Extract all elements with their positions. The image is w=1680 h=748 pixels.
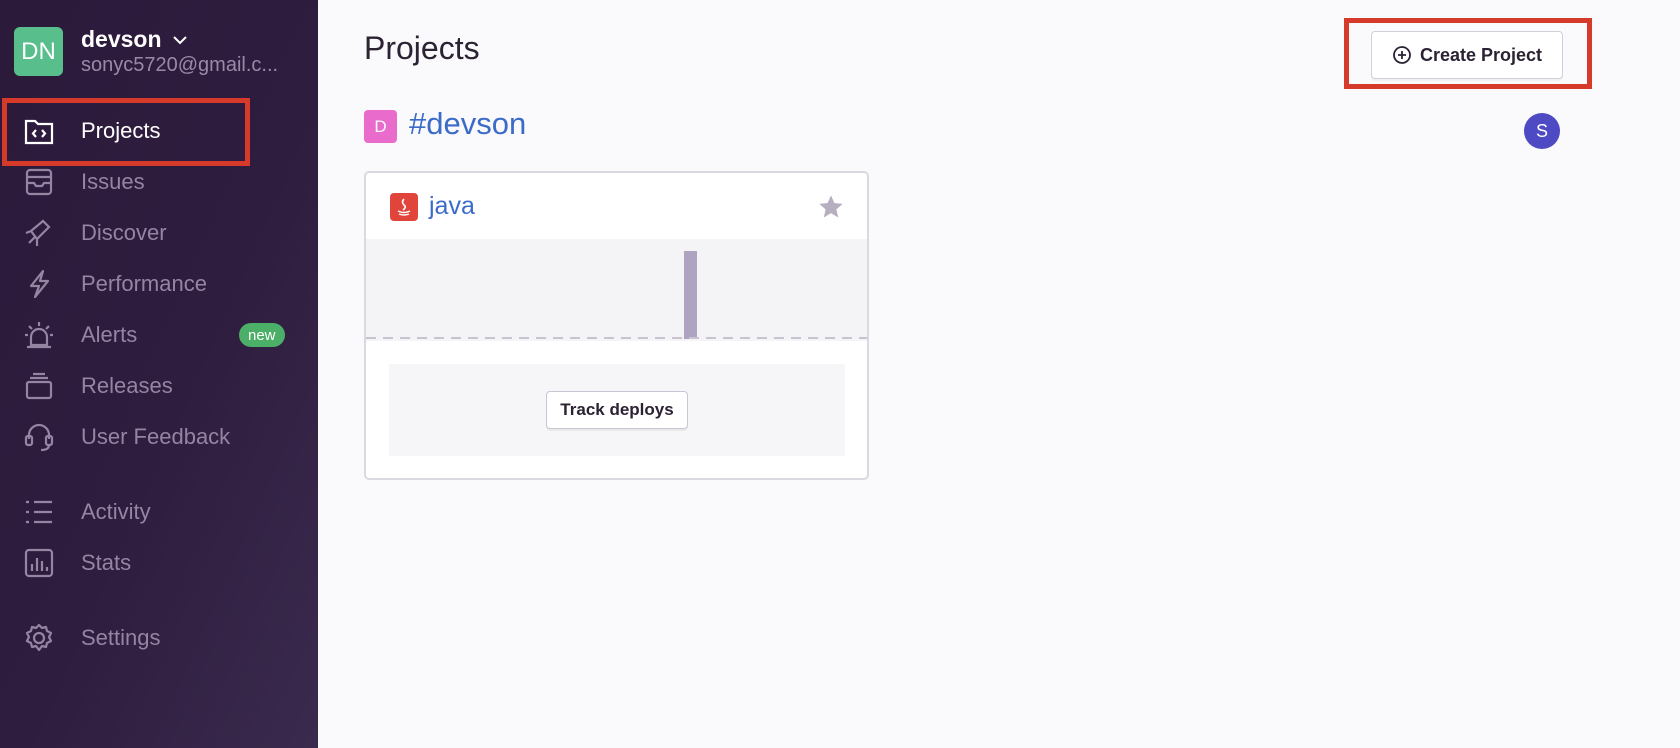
track-deploys-button[interactable]: Track deploys (546, 391, 688, 429)
sidebar-item-discover[interactable]: Discover (0, 208, 318, 258)
org-switcher[interactable]: DN devson sonyc5720@gmail.c... (14, 26, 278, 77)
page-title: Projects (364, 30, 480, 66)
sidebar-item-label: User Feedback (81, 424, 231, 449)
discover-icon (23, 217, 55, 249)
sidebar-item-label: Stats (81, 550, 132, 575)
sidebar-item-alerts[interactable]: Alerts new (0, 310, 318, 360)
plus-circle-icon (1393, 46, 1411, 64)
project-activity-chart (366, 239, 867, 341)
sidebar-item-label: Performance (81, 271, 207, 296)
sidebar-item-user-feedback[interactable]: User Feedback (0, 412, 318, 462)
sidebar-item-label: Discover (81, 220, 167, 245)
activity-icon (23, 496, 55, 528)
org-name: devson (81, 26, 162, 52)
chart-bar (684, 251, 697, 339)
project-name-link[interactable]: java (429, 192, 475, 221)
star-icon[interactable] (817, 193, 845, 221)
sidebar-item-label: Alerts (81, 322, 138, 347)
java-icon (390, 193, 418, 221)
team-name-link[interactable]: #devson (409, 106, 526, 142)
chevron-down-icon (172, 35, 187, 44)
stats-icon (23, 547, 55, 579)
deploys-panel: Track deploys (389, 364, 845, 456)
new-badge: new (239, 323, 285, 347)
sidebar-item-label: Settings (81, 625, 161, 650)
org-avatar: DN (14, 27, 63, 76)
sidebar-item-performance[interactable]: Performance (0, 259, 318, 309)
sidebar-item-stats[interactable]: Stats (0, 538, 318, 588)
releases-icon (23, 370, 55, 402)
org-email: sonyc5720@gmail.c... (81, 54, 279, 76)
alerts-icon (23, 319, 55, 351)
org-info: devson sonyc5720@gmail.c... (81, 26, 278, 77)
sidebar-item-label: Issues (81, 169, 145, 194)
project-card: java Track deploys (364, 171, 869, 480)
sidebar-item-label: Projects (81, 118, 161, 143)
member-avatar[interactable]: S (1524, 113, 1560, 149)
sidebar-item-settings[interactable]: Settings (0, 613, 318, 663)
org-name-row: devson (81, 26, 278, 53)
team-badge: D (364, 110, 397, 143)
create-project-label: Create Project (1419, 44, 1543, 65)
sidebar-item-projects[interactable]: Projects (0, 106, 318, 156)
sidebar-item-label: Activity (81, 499, 151, 524)
project-card-header: java (366, 173, 867, 239)
performance-icon (23, 268, 55, 300)
sidebar-item-issues[interactable]: Issues (0, 157, 318, 207)
sidebar-item-label: Releases (81, 373, 173, 398)
sidebar-item-activity[interactable]: Activity (0, 487, 318, 537)
create-project-button[interactable]: Create Project (1371, 31, 1563, 79)
projects-icon (23, 115, 55, 147)
sidebar: DN devson sonyc5720@gmail.c... Projects … (0, 0, 318, 748)
user-feedback-icon (23, 421, 55, 453)
sidebar-item-releases[interactable]: Releases (0, 361, 318, 411)
settings-icon (23, 622, 55, 654)
issues-icon (23, 166, 55, 198)
